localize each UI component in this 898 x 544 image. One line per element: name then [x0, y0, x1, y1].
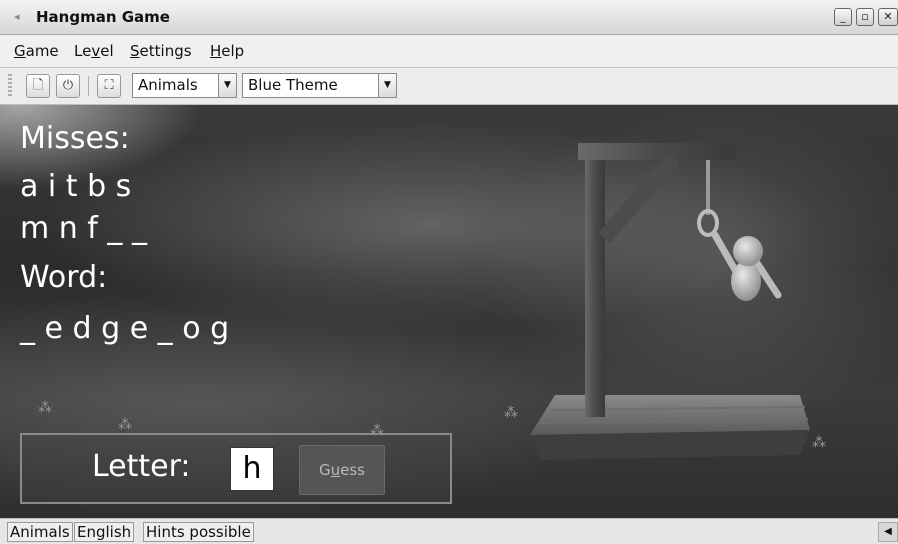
chevron-down-icon[interactable]: ▼ [218, 74, 236, 97]
gallows-platform [530, 395, 810, 435]
word-display: _ e d g e _ o g [20, 311, 230, 346]
quit-icon: ⏻ [62, 78, 74, 93]
gallows-illustration [530, 143, 810, 460]
fullscreen-button[interactable]: ⛶ [97, 74, 121, 98]
toolbar: 🗋 ⏻ ⛶ Animals ▼ Blue Theme ▼ [0, 68, 898, 105]
grass-mark: ⁂ [118, 417, 132, 433]
menu-level[interactable]: Level [74, 42, 114, 60]
restore-icon: ▫ [861, 10, 869, 23]
theme-select[interactable]: Blue Theme ▼ [242, 73, 397, 98]
misses-label: Misses: [20, 121, 130, 156]
category-value: Animals [138, 76, 198, 94]
window-title: Hangman Game [36, 8, 170, 26]
fullscreen-icon: ⛶ [104, 78, 114, 93]
category-select[interactable]: Animals ▼ [132, 73, 237, 98]
letter-input[interactable]: h [230, 447, 274, 491]
menu-game[interactable]: Game [14, 42, 59, 60]
close-button[interactable]: ✕ [878, 8, 898, 26]
gallows-post [585, 145, 605, 417]
title-bar[interactable]: ◂ Hangman Game _ ▫ ✕ [0, 0, 898, 35]
status-bar: Animals English Hints possible ◀ [0, 518, 898, 544]
minimize-button[interactable]: _ [834, 8, 852, 26]
minimize-icon: _ [840, 10, 846, 23]
close-icon: ✕ [883, 10, 893, 23]
figure-head [733, 236, 763, 266]
misses-letters-row2: m n f _ _ [20, 211, 147, 246]
app-icon: ◂ [14, 10, 20, 23]
letter-label: Letter: [92, 449, 191, 484]
game-canvas: ⁂ ⁂ ⁂ ⁂ ⁂ Misses: a i t b s m n f _ _ Wo… [0, 105, 898, 518]
status-category: Animals [7, 522, 73, 542]
status-language: English [74, 522, 135, 542]
letter-panel: Letter: h Guess [20, 433, 452, 504]
figure-body [731, 261, 761, 301]
toolbar-grip[interactable] [8, 74, 12, 98]
theme-value: Blue Theme [248, 76, 338, 94]
menu-settings[interactable]: Settings [130, 42, 192, 60]
guess-button[interactable]: Guess [299, 445, 385, 495]
menu-bar: Game Level Settings Help [0, 35, 898, 68]
quit-button[interactable]: ⏻ [56, 74, 80, 98]
toolbar-separator [88, 76, 89, 96]
new-game-icon: 🗋 [32, 78, 44, 93]
scroll-left-icon[interactable]: ◀ [878, 522, 898, 542]
grass-mark: ⁂ [38, 400, 52, 416]
menu-help[interactable]: Help [210, 42, 244, 60]
gallows-brace [598, 153, 680, 243]
chevron-down-icon[interactable]: ▼ [378, 74, 396, 97]
word-label: Word: [20, 260, 108, 295]
misses-letters-row1: a i t b s [20, 169, 132, 204]
gallows-platform-side [530, 430, 810, 460]
hangman-window: ◂ Hangman Game _ ▫ ✕ Game Level Settings… [0, 0, 898, 544]
restore-button[interactable]: ▫ [856, 8, 874, 26]
gallows-beam [578, 143, 736, 160]
status-hints: Hints possible [143, 522, 254, 542]
new-game-button[interactable]: 🗋 [26, 74, 50, 98]
